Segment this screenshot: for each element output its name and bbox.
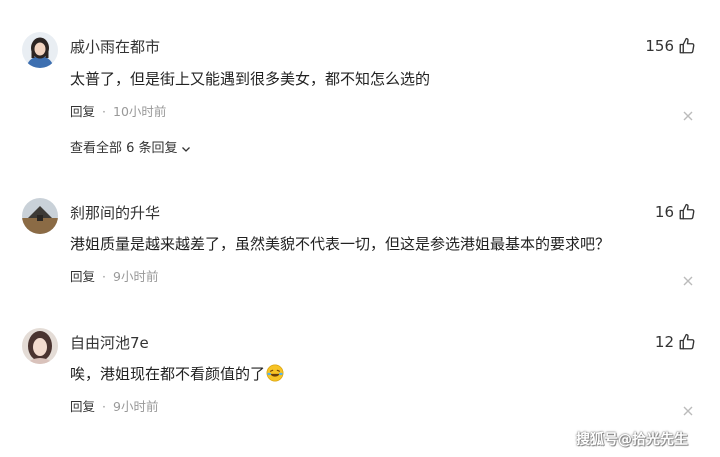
comment-text-content: 唉，港姐现在都不看颜值的了 — [70, 365, 266, 383]
comment-meta: 回复 · 10小时前 — [70, 103, 166, 121]
close-icon[interactable] — [682, 272, 694, 286]
thumbs-up-icon — [679, 333, 695, 350]
avatar[interactable] — [22, 198, 58, 234]
view-all-replies-link[interactable]: 查看全部 6 条回复 — [70, 140, 191, 158]
laughing-crying-emoji-icon — [266, 364, 284, 382]
reply-button[interactable]: 回复 — [70, 103, 95, 121]
comment-item: 刹那间的升华 16 港姐质量是越来越差了，虽然美貌不代表一切，但这是参选港姐最基… — [0, 170, 720, 300]
comment-item: 戚小雨在都市 156 太普了，但是街上又能遇到很多美女，都不知怎么选的 回复 ·… — [0, 0, 720, 170]
timestamp: 10小时前 — [113, 104, 167, 119]
separator-dot: · — [102, 269, 106, 284]
username[interactable]: 戚小雨在都市 — [70, 37, 160, 57]
like-count: 156 — [645, 37, 674, 55]
comment-meta: 回复 · 9小时前 — [70, 398, 158, 416]
avatar[interactable] — [22, 32, 58, 68]
like-button[interactable]: 156 — [645, 36, 696, 56]
reply-button[interactable]: 回复 — [70, 268, 95, 286]
comment-meta: 回复 · 9小时前 — [70, 268, 158, 286]
comment-text: 唉，港姐现在都不看颜值的了 — [70, 363, 284, 385]
separator-dot: · — [102, 104, 106, 119]
thumbs-up-icon — [679, 37, 695, 54]
like-count: 12 — [654, 333, 674, 351]
avatar[interactable] — [22, 328, 58, 364]
separator-dot: · — [102, 399, 106, 414]
comment-text: 太普了，但是街上又能遇到很多美女，都不知怎么选的 — [70, 70, 431, 88]
close-icon[interactable] — [682, 402, 694, 416]
timestamp: 9小时前 — [113, 399, 159, 414]
thumbs-up-icon — [679, 203, 695, 220]
timestamp: 9小时前 — [113, 269, 159, 284]
like-count: 16 — [654, 203, 674, 221]
username[interactable]: 刹那间的升华 — [70, 203, 160, 223]
like-button[interactable]: 16 — [655, 202, 696, 222]
close-icon[interactable] — [682, 107, 694, 121]
watermark: 搜狐号@拾光先生 — [576, 432, 688, 448]
username[interactable]: 自由河池7e — [70, 333, 149, 353]
chevron-down-icon — [181, 147, 190, 152]
comment-text: 港姐质量是越来越差了，虽然美貌不代表一切，但这是参选港姐最基本的要求吧？ — [70, 235, 611, 253]
like-button[interactable]: 12 — [655, 332, 696, 352]
comment-item: 自由河池7e 12 唉，港姐现在都不看颜值的了 回复 · 9小时前 — [0, 300, 720, 430]
view-all-label: 查看全部 6 条回复 — [70, 141, 178, 156]
reply-button[interactable]: 回复 — [70, 398, 95, 416]
